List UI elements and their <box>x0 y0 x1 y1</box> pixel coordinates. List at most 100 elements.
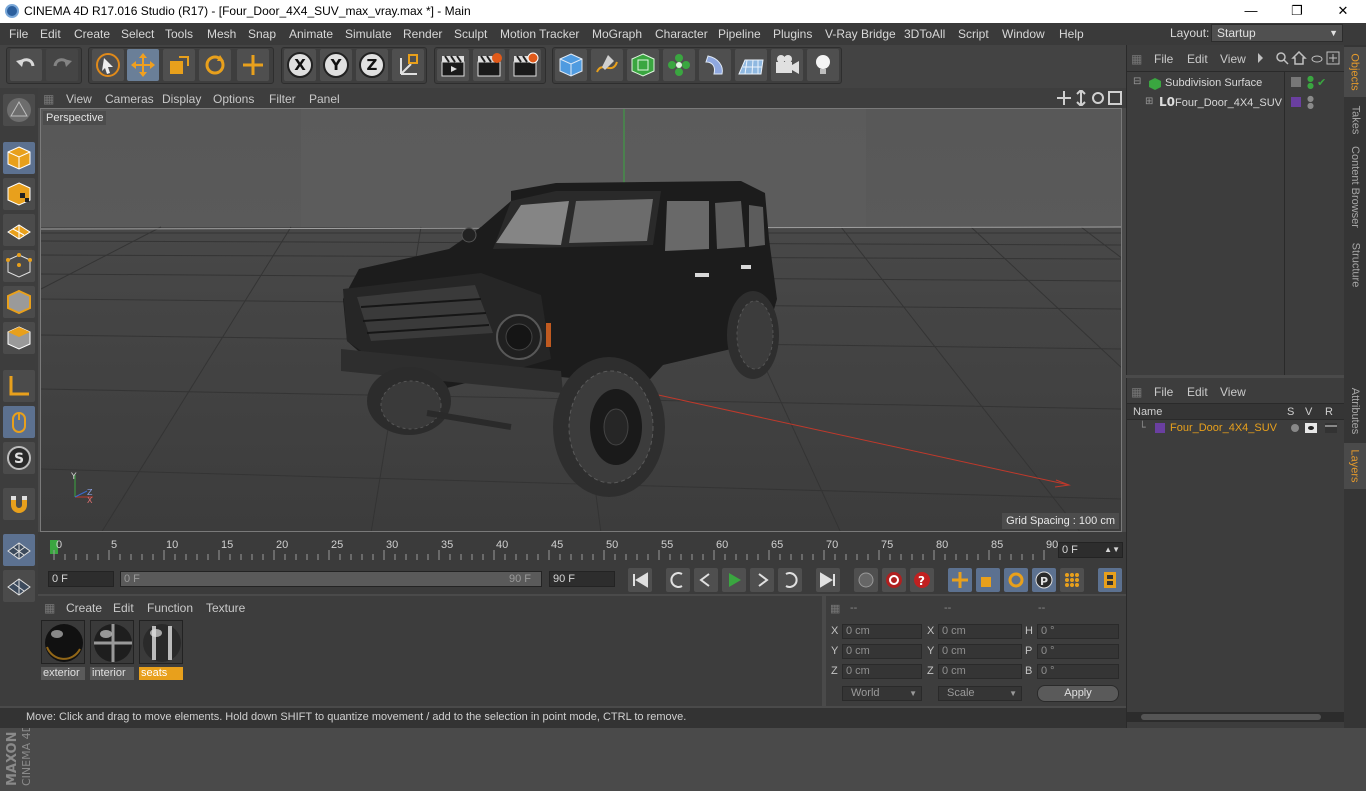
go-to-end-button[interactable] <box>816 568 840 592</box>
menu-simulate[interactable]: Simulate <box>345 27 392 41</box>
layer-row-four-door-suv[interactable]: └ Four_Door_4X4_SUV <box>1129 421 1344 438</box>
array-button[interactable] <box>663 49 695 81</box>
previous-key-button[interactable] <box>666 568 690 592</box>
material-menu-edit[interactable]: Edit <box>113 601 134 615</box>
start-frame-field[interactable]: 0 F <box>48 571 114 587</box>
visibility-dots-icon[interactable]: ● ● <box>1307 95 1314 110</box>
viewport-menu-view[interactable]: View <box>66 92 92 106</box>
workplane-mode-button[interactable] <box>3 214 35 246</box>
enabled-check-icon[interactable]: ✔ <box>1317 76 1326 89</box>
menu-snap[interactable]: Snap <box>248 27 276 41</box>
rotation-p-field[interactable]: 0 ° <box>1037 644 1119 659</box>
layout-dropdown[interactable]: Startup ▼ <box>1211 24 1343 42</box>
menu-sculpt[interactable]: Sculpt <box>454 27 487 41</box>
texture-mode-button[interactable] <box>3 178 35 210</box>
menu-tools[interactable]: Tools <box>165 27 193 41</box>
size-x-field[interactable]: 0 cm <box>938 624 1022 639</box>
timeline-window-button[interactable] <box>1098 568 1122 592</box>
layers-menu-edit[interactable]: Edit <box>1187 385 1208 399</box>
viewport-menu-panel[interactable]: Panel <box>309 92 340 106</box>
perspective-viewport[interactable]: Y Z X Perspective Grid Spacing : 100 cm <box>40 108 1122 532</box>
layer-color-swatch-icon[interactable] <box>1155 423 1165 433</box>
timeline-ruler[interactable]: 0 5 10 15 20 25 30 35 40 45 50 55 60 65 70 75 80 85 90 0 F… <box>38 532 1126 566</box>
objects-menu-file[interactable]: File <box>1154 52 1173 66</box>
points-mode-button[interactable] <box>3 250 35 282</box>
end-frame-field[interactable]: 90 F <box>549 571 615 587</box>
object-row-subdivision-surface[interactable]: ⊟ Subdivision Surface ● ● ✔ <box>1129 75 1344 93</box>
menu-mograph[interactable]: MoGraph <box>592 27 642 41</box>
material-menu-create[interactable]: Create <box>66 601 102 615</box>
play-button[interactable] <box>722 568 746 592</box>
model-mode-button[interactable] <box>3 142 35 174</box>
layers-horizontal-scrollbar[interactable] <box>1127 712 1344 722</box>
tab-takes[interactable]: Takes <box>1344 101 1366 139</box>
material-interior[interactable]: interior <box>90 620 135 680</box>
menu-edit[interactable]: Edit <box>40 27 61 41</box>
menu-window[interactable]: Window <box>1002 27 1045 41</box>
tab-attributes[interactable]: Attributes <box>1344 380 1366 442</box>
position-x-field[interactable]: 0 cm <box>842 624 922 639</box>
render-settings-button[interactable] <box>509 49 541 81</box>
subdivision-surface-button[interactable] <box>627 49 659 81</box>
maximize-button[interactable]: ❐ <box>1274 0 1320 23</box>
minimize-button[interactable]: — <box>1228 0 1274 23</box>
solo-dot-icon[interactable] <box>1291 424 1299 432</box>
menu-plugins[interactable]: Plugins <box>773 27 812 41</box>
viewport-menu-options[interactable]: Options <box>213 92 254 106</box>
tab-content-browser[interactable]: Content Browser <box>1344 141 1366 233</box>
undo-button[interactable] <box>10 49 42 81</box>
key-rotation-button[interactable] <box>1004 568 1028 592</box>
menu-motion-tracker[interactable]: Motion Tracker <box>500 27 579 41</box>
menu-script[interactable]: Script <box>958 27 989 41</box>
material-exterior[interactable]: exterior <box>41 620 86 680</box>
light-button[interactable] <box>807 49 839 81</box>
live-selection-button[interactable] <box>92 49 124 81</box>
go-to-start-button[interactable] <box>628 568 652 592</box>
polygons-mode-button[interactable] <box>3 322 35 354</box>
scale-tool-button[interactable] <box>163 49 195 81</box>
floor-button[interactable] <box>735 49 767 81</box>
scrollbar-thumb[interactable] <box>1141 714 1321 720</box>
material-seats[interactable]: seats <box>139 620 184 680</box>
snap-button[interactable] <box>3 488 35 520</box>
tree-toggle-icon[interactable]: ⊞ <box>1145 96 1153 107</box>
apply-button[interactable]: Apply <box>1037 685 1119 702</box>
x-axis-button[interactable]: X <box>284 49 316 81</box>
record-active-objects-button[interactable] <box>854 568 878 592</box>
z-axis-button[interactable]: Z <box>356 49 388 81</box>
recent-tool-button[interactable] <box>237 49 269 81</box>
close-button[interactable]: ✕ <box>1320 0 1366 23</box>
tree-toggle-icon[interactable]: ⊟ <box>1133 76 1141 87</box>
material-menu-function[interactable]: Function <box>147 601 193 615</box>
rotation-h-field[interactable]: 0 ° <box>1037 624 1119 639</box>
viewport-menu-filter[interactable]: Filter <box>269 92 296 106</box>
key-parameter-button[interactable]: P <box>1032 568 1056 592</box>
rotate-tool-button[interactable] <box>199 49 231 81</box>
layers-menu-file[interactable]: File <box>1154 385 1173 399</box>
rotation-b-field[interactable]: 0 ° <box>1037 664 1119 679</box>
objects-menu-edit[interactable]: Edit <box>1187 52 1208 66</box>
menu-create[interactable]: Create <box>74 27 110 41</box>
cube-primitive-button[interactable] <box>555 49 587 81</box>
render-clapper-icon[interactable] <box>1325 423 1337 433</box>
object-row-four-door-suv[interactable]: ⊞ L0 Four_Door_4X4_SUV ● ● <box>1129 95 1344 113</box>
menu-file[interactable]: File <box>9 27 28 41</box>
axis-mode-button[interactable] <box>3 370 35 402</box>
pen-spline-button[interactable] <box>591 49 623 81</box>
current-frame-field[interactable]: 0 F ▲▼ <box>1058 542 1123 558</box>
viewport-nav-icons[interactable] <box>1056 90 1124 106</box>
solo-button[interactable]: S <box>3 442 35 474</box>
menu-vray-bridge[interactable]: V-Ray Bridge <box>825 27 896 41</box>
render-picture-viewer-button[interactable] <box>473 49 505 81</box>
menu-render[interactable]: Render <box>403 27 442 41</box>
objects-menu-view[interactable]: View <box>1220 52 1246 66</box>
visibility-dots-icon[interactable]: ● ● <box>1307 75 1314 90</box>
redo-button[interactable] <box>46 49 78 81</box>
make-editable-button[interactable] <box>3 94 35 126</box>
coordinate-system-button[interactable] <box>392 49 424 81</box>
frame-range-slider[interactable]: 0 F 90 F <box>120 571 542 587</box>
tab-objects[interactable]: Objects <box>1344 47 1366 97</box>
key-scale-button[interactable] <box>976 568 1000 592</box>
size-mode-dropdown[interactable]: Scale ▼ <box>938 686 1022 701</box>
menu-pipeline[interactable]: Pipeline <box>718 27 761 41</box>
